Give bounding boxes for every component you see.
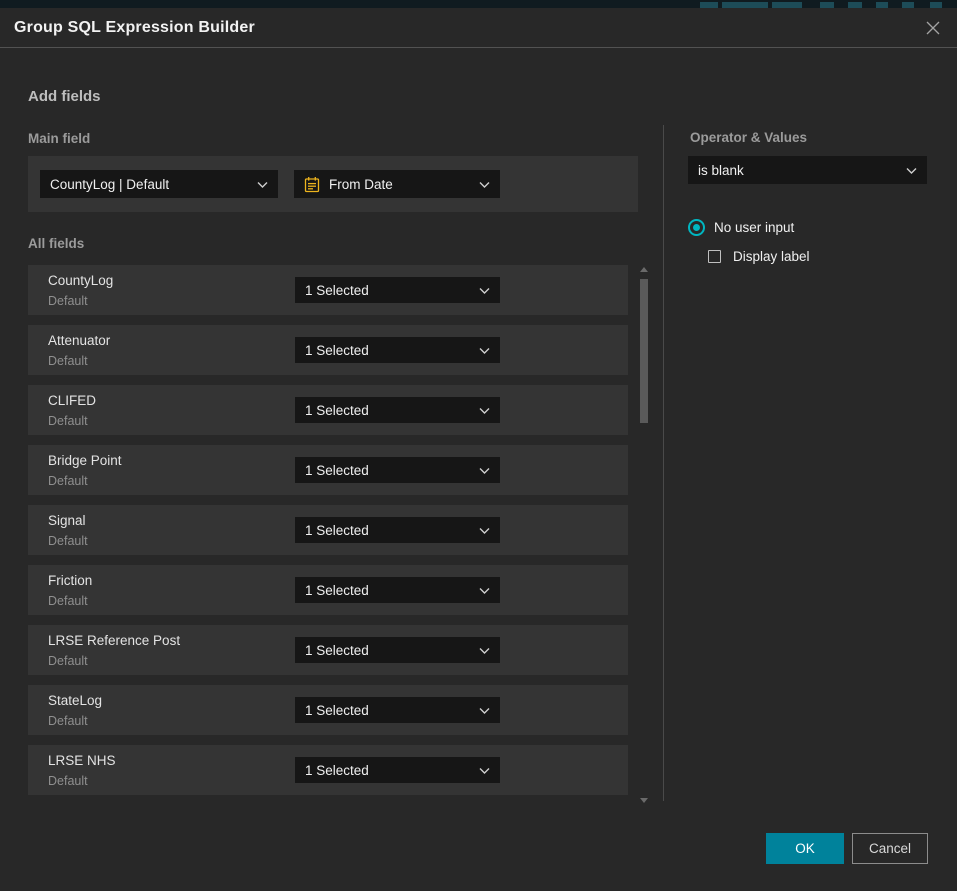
date-field-select-dropdown[interactable]: From Date — [294, 170, 500, 198]
selected-count-value: 1 Selected — [305, 463, 369, 478]
no-user-input-label: No user input — [714, 220, 794, 235]
layer-select-value: CountyLog | Default — [50, 177, 169, 192]
selected-count-value: 1 Selected — [305, 643, 369, 658]
selected-count-dropdown[interactable]: 1 Selected — [295, 457, 500, 483]
selected-count-dropdown[interactable]: 1 Selected — [295, 517, 500, 543]
panel-divider — [663, 125, 664, 801]
main-field-label: Main field — [28, 131, 90, 146]
field-row: Attenuator Default 1 Selected — [28, 325, 628, 375]
selected-count-dropdown[interactable]: 1 Selected — [295, 757, 500, 783]
chevron-down-icon — [479, 703, 490, 718]
chevron-down-icon — [479, 523, 490, 538]
layer-select-dropdown[interactable]: CountyLog | Default — [40, 170, 278, 198]
selected-count-value: 1 Selected — [305, 583, 369, 598]
dialog-header: Group SQL Expression Builder — [0, 8, 957, 48]
operator-values-heading: Operator & Values — [690, 130, 807, 145]
selected-count-value: 1 Selected — [305, 763, 369, 778]
selected-count-dropdown[interactable]: 1 Selected — [295, 277, 500, 303]
close-icon[interactable] — [923, 18, 943, 38]
selected-count-dropdown[interactable]: 1 Selected — [295, 397, 500, 423]
chevron-down-icon — [479, 343, 490, 358]
background-app-strip — [0, 0, 957, 8]
chevron-down-icon — [906, 163, 917, 178]
chevron-down-icon — [479, 463, 490, 478]
cancel-button[interactable]: Cancel — [852, 833, 928, 864]
selected-count-value: 1 Selected — [305, 403, 369, 418]
chevron-down-icon — [479, 583, 490, 598]
date-field-select-value: From Date — [329, 177, 393, 192]
main-field-panel: CountyLog | Default From Date — [28, 156, 638, 212]
chevron-down-icon — [479, 177, 490, 192]
selected-count-value: 1 Selected — [305, 343, 369, 358]
field-row: LRSE NHS Default 1 Selected — [28, 745, 628, 795]
scroll-thumb[interactable] — [640, 279, 648, 423]
selected-count-value: 1 Selected — [305, 283, 369, 298]
list-scrollbar[interactable] — [639, 263, 650, 805]
checkbox-unchecked-icon — [708, 250, 721, 263]
field-row: Signal Default 1 Selected — [28, 505, 628, 555]
chevron-down-icon — [479, 763, 490, 778]
selected-count-dropdown[interactable]: 1 Selected — [295, 337, 500, 363]
group-sql-expression-builder-dialog: Group SQL Expression Builder Add fields … — [0, 8, 957, 891]
dialog-title: Group SQL Expression Builder — [14, 19, 255, 37]
selected-count-dropdown[interactable]: 1 Selected — [295, 577, 500, 603]
operator-select-dropdown[interactable]: is blank — [688, 156, 927, 184]
field-row: StateLog Default 1 Selected — [28, 685, 628, 735]
selected-count-value: 1 Selected — [305, 523, 369, 538]
chevron-down-icon — [479, 403, 490, 418]
field-row: Bridge Point Default 1 Selected — [28, 445, 628, 495]
ok-button[interactable]: OK — [766, 833, 844, 864]
chevron-down-icon — [479, 283, 490, 298]
field-row: CountyLog Default 1 Selected — [28, 265, 628, 315]
operator-select-value: is blank — [698, 163, 744, 178]
all-fields-label: All fields — [28, 236, 84, 251]
scroll-up-icon[interactable] — [640, 267, 648, 272]
field-row: LRSE Reference Post Default 1 Selected — [28, 625, 628, 675]
selected-count-value: 1 Selected — [305, 703, 369, 718]
add-fields-heading: Add fields — [28, 88, 101, 105]
chevron-down-icon — [257, 177, 268, 192]
calendar-icon — [304, 176, 320, 193]
field-list: CountyLog Default 1 Selected Attenuator … — [28, 265, 628, 805]
field-row: CLIFED Default 1 Selected — [28, 385, 628, 435]
screen: Group SQL Expression Builder Add fields … — [0, 0, 957, 891]
no-user-input-radio[interactable]: No user input — [688, 219, 794, 236]
field-row: Friction Default 1 Selected — [28, 565, 628, 615]
chevron-down-icon — [479, 643, 490, 658]
display-label-checkbox[interactable]: Display label — [708, 249, 810, 264]
display-label-label: Display label — [733, 249, 810, 264]
scroll-down-icon[interactable] — [640, 798, 648, 803]
radio-selected-icon — [688, 219, 705, 236]
selected-count-dropdown[interactable]: 1 Selected — [295, 637, 500, 663]
selected-count-dropdown[interactable]: 1 Selected — [295, 697, 500, 723]
